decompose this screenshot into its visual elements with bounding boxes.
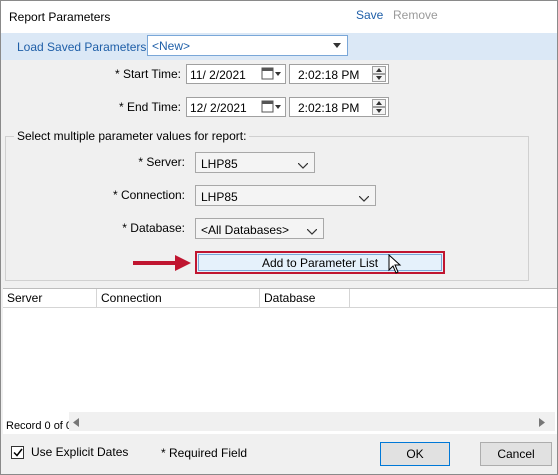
saved-parameters-combo[interactable]: <New> <box>147 35 348 56</box>
server-dropdown[interactable]: LHP85 <box>195 152 315 173</box>
dialog-footer: Use Explicit Dates * Required Field OK C… <box>1 434 557 474</box>
red-arrow-icon <box>133 255 191 271</box>
connection-value: LHP85 <box>201 190 238 204</box>
group-legend: Select multiple parameter values for rep… <box>14 129 250 143</box>
record-count: Record 0 of 0 <box>6 420 73 432</box>
chevron-down-icon <box>297 158 309 172</box>
horizontal-scrollbar[interactable] <box>69 412 555 431</box>
required-field-note: * Required Field <box>161 446 248 460</box>
saved-parameters-label: Load Saved Parameters: <box>17 40 150 54</box>
server-label: * Server: <box>138 155 185 169</box>
end-date-value: 12/ 2/2021 <box>190 101 247 115</box>
end-time-spinner[interactable] <box>372 99 386 115</box>
save-button[interactable]: Save <box>356 8 383 22</box>
chevron-down-icon <box>306 224 318 238</box>
database-dropdown[interactable]: <All Databases> <box>195 218 324 239</box>
spin-up-icon[interactable] <box>372 66 386 74</box>
server-value: LHP85 <box>201 157 238 171</box>
end-date-picker[interactable]: 12/ 2/2021 <box>186 97 286 117</box>
grid-header: Server Connection Database <box>3 289 557 308</box>
start-date-picker[interactable]: 11/ 2/2021 <box>186 64 286 84</box>
mouse-cursor-icon <box>388 254 402 274</box>
scroll-left-icon[interactable] <box>73 416 79 430</box>
connection-label: * Connection: <box>112 188 185 202</box>
spin-down-icon[interactable] <box>372 107 386 115</box>
column-server[interactable]: Server <box>3 289 97 307</box>
start-time-label: * Start Time: <box>114 67 181 81</box>
cancel-button[interactable]: Cancel <box>480 442 552 466</box>
start-time-value: 2:02:18 PM <box>298 68 360 82</box>
spin-down-icon[interactable] <box>372 74 386 82</box>
start-date-value: 11/ 2/2021 <box>190 68 246 82</box>
end-time-value: 2:02:18 PM <box>298 101 360 115</box>
database-value: <All Databases> <box>201 223 290 237</box>
window-title: Report Parameters <box>9 10 111 24</box>
saved-parameters-value: <New> <box>152 39 191 53</box>
use-explicit-dates-checkbox[interactable] <box>11 446 24 459</box>
title-bar: Report Parameters <box>1 1 557 33</box>
end-time-field[interactable]: 2:02:18 PM <box>289 97 389 117</box>
check-icon <box>12 448 23 457</box>
column-connection[interactable]: Connection <box>97 289 260 307</box>
remove-button[interactable]: Remove <box>393 8 438 22</box>
start-time-field[interactable]: 2:02:18 PM <box>289 64 389 84</box>
ok-button[interactable]: OK <box>380 442 450 466</box>
calendar-icon[interactable] <box>261 67 283 81</box>
add-button-label: Add to Parameter List <box>261 255 379 270</box>
end-time-label: * End Time: <box>118 100 181 114</box>
use-explicit-dates-label[interactable]: Use Explicit Dates <box>31 445 128 459</box>
report-parameters-dialog: Report Parameters Load Saved Parameters:… <box>0 0 558 475</box>
connection-dropdown[interactable]: LHP85 <box>195 185 376 206</box>
start-time-spinner[interactable] <box>372 66 386 82</box>
column-database[interactable]: Database <box>260 289 350 307</box>
chevron-down-icon[interactable] <box>331 36 343 55</box>
scroll-right-icon[interactable] <box>539 416 545 430</box>
calendar-icon[interactable] <box>261 100 283 114</box>
add-to-parameter-list-button[interactable]: Add to Parameter List <box>195 251 445 274</box>
spin-up-icon[interactable] <box>372 99 386 107</box>
database-label: * Database: <box>122 221 185 235</box>
chevron-down-icon <box>358 191 370 205</box>
